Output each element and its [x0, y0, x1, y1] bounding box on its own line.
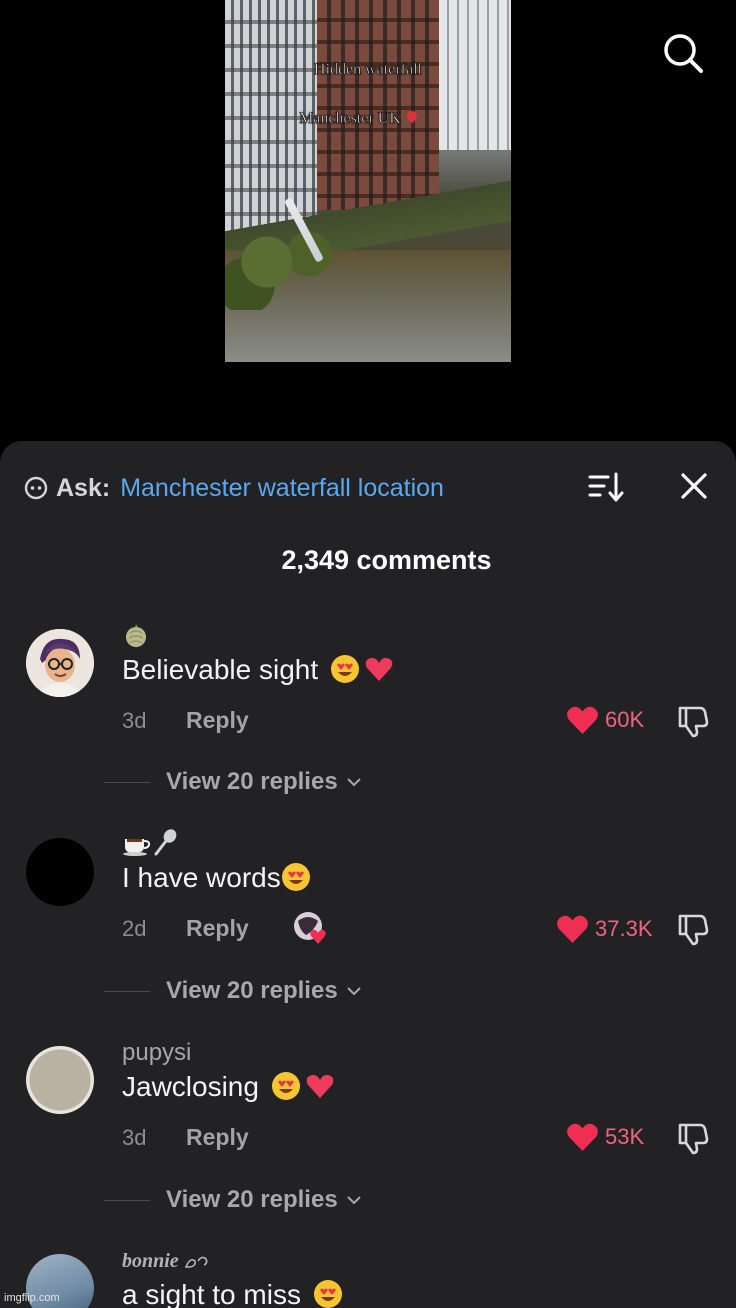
- avatar[interactable]: [26, 629, 94, 697]
- dislike-icon[interactable]: [676, 704, 710, 738]
- heart-eyes-emoji-icon: [313, 1280, 342, 1308]
- heart-icon: [567, 1123, 598, 1151]
- coffee-emoji-icon: [123, 839, 151, 856]
- search-icon[interactable]: [662, 32, 704, 74]
- comment-username[interactable]: bonnie: [122, 1250, 210, 1273]
- video-caption-line2: Manchester UK: [225, 108, 501, 128]
- heart-eyes-emoji-icon: [330, 655, 359, 683]
- avatar[interactable]: [26, 1046, 94, 1114]
- melon-emoji-icon: [126, 624, 146, 647]
- watermark: imgflip.com: [4, 1292, 60, 1304]
- spoon-emoji-icon: [154, 829, 177, 856]
- red-heart-emoji-icon: [365, 657, 393, 681]
- view-replies-button[interactable]: View 20 replies: [104, 977, 362, 1005]
- like-count: 60K: [605, 707, 645, 732]
- comment-time: 2d: [122, 916, 147, 941]
- like-count: 37.3K: [595, 916, 653, 941]
- video-preview[interactable]: Hidden waterfall Manchester UK: [225, 0, 511, 362]
- comment-text-content: Believable sight: [122, 654, 319, 685]
- like-count: 53K: [605, 1124, 645, 1149]
- comment-text: Jawclosing: [122, 1071, 335, 1103]
- comment-text: Believable sight: [122, 654, 394, 686]
- ask-search-suggestion[interactable]: Ask: Manchester waterfall location: [24, 472, 444, 504]
- video-caption-location: Manchester UK: [299, 110, 401, 128]
- red-heart-emoji-icon: [306, 1074, 333, 1098]
- comment-text-content: I have words: [122, 862, 281, 893]
- sort-icon[interactable]: [588, 470, 624, 504]
- creator-liked-badge: [294, 912, 326, 944]
- comment-username[interactable]: pupysi: [122, 1039, 191, 1067]
- heart-eyes-emoji-icon: [281, 863, 310, 891]
- dislike-icon[interactable]: [676, 1121, 710, 1155]
- reply-button[interactable]: Reply: [186, 915, 249, 942]
- chevron-down-icon: [346, 987, 361, 996]
- comment-text-content: a sight to miss: [122, 1279, 301, 1308]
- chevron-down-icon: [346, 778, 361, 787]
- comment-text: I have words: [122, 862, 311, 894]
- greenery: [225, 230, 365, 310]
- ask-query-link[interactable]: Manchester waterfall location: [120, 474, 444, 503]
- swan-emoji-icon: [184, 1256, 208, 1268]
- avatar-illustration: [26, 629, 94, 697]
- comment-text-content: Jawclosing: [122, 1071, 259, 1102]
- comment-username-text: bonnie: [122, 1250, 179, 1272]
- reply-button[interactable]: Reply: [186, 1124, 249, 1151]
- chevron-down-icon: [346, 1196, 361, 1205]
- replies-divider: [104, 990, 150, 992]
- like-button[interactable]: 60K: [566, 705, 644, 735]
- like-button[interactable]: 37.3K: [556, 914, 653, 944]
- comment-text: a sight to miss: [122, 1279, 343, 1308]
- view-replies-label: View 20 replies: [166, 1186, 338, 1213]
- heart-eyes-emoji-icon: [271, 1072, 300, 1100]
- dislike-icon[interactable]: [676, 912, 710, 946]
- heart-icon: [557, 915, 588, 943]
- close-icon[interactable]: [678, 470, 710, 502]
- ask-bot-icon: [24, 476, 48, 500]
- location-pin-icon: [404, 108, 419, 124]
- heart-icon: [567, 706, 598, 734]
- video-caption-line1: Hidden waterfall: [314, 61, 423, 79]
- ask-label: Ask:: [56, 473, 111, 502]
- comment-count: 2,349 comments: [281, 545, 492, 575]
- reply-button[interactable]: Reply: [186, 707, 249, 734]
- replies-divider: [104, 781, 150, 783]
- view-replies-label: View 20 replies: [166, 768, 338, 795]
- replies-divider: [104, 1199, 150, 1201]
- avatar[interactable]: [26, 838, 94, 906]
- view-replies-button[interactable]: View 20 replies: [104, 768, 362, 796]
- comment-time: 3d: [122, 1125, 147, 1150]
- like-button[interactable]: 53K: [566, 1122, 644, 1152]
- view-replies-button[interactable]: View 20 replies: [104, 1186, 362, 1214]
- view-replies-label: View 20 replies: [166, 977, 338, 1004]
- comment-time: 3d: [122, 708, 147, 733]
